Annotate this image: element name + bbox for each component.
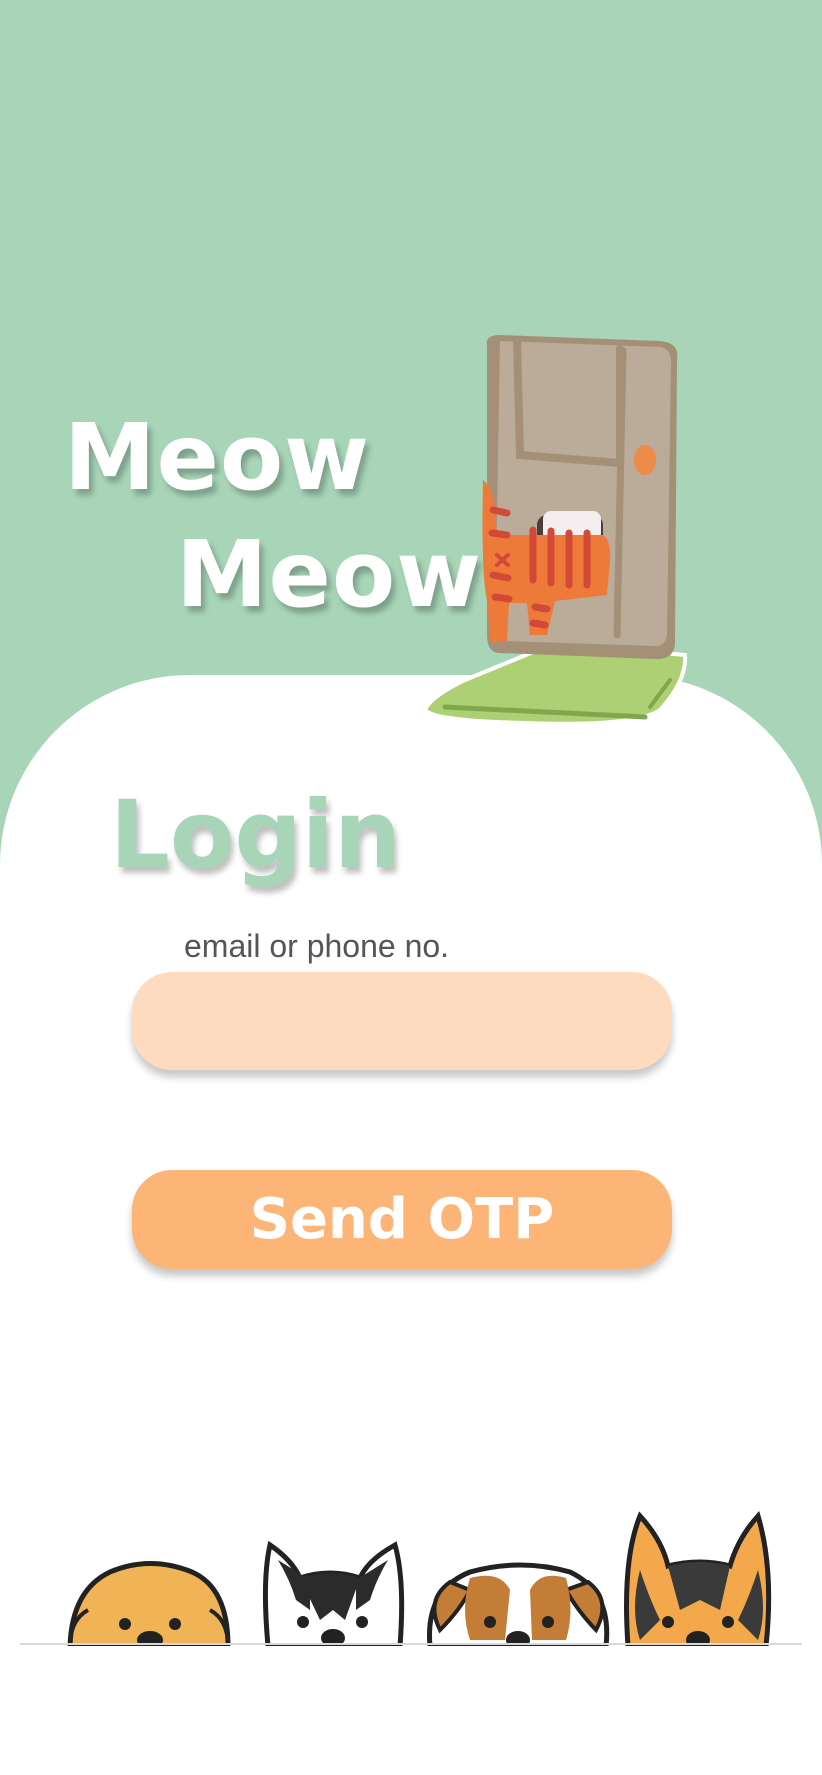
dogs-illustration [67, 1511, 772, 1646]
email-or-phone-input[interactable] [132, 972, 672, 1070]
bottom-divider [20, 1643, 802, 1645]
husky-dog-icon [262, 1540, 405, 1646]
brown-white-dog-icon [427, 1562, 610, 1646]
cat-door-illustration [422, 335, 688, 726]
german-shepherd-dog-icon [624, 1511, 772, 1646]
golden-retriever-dog-icon [67, 1561, 231, 1646]
hero-title-line1: Meow [64, 404, 371, 511]
email-field-label: email or phone no. [184, 928, 450, 964]
login-heading: Login [110, 781, 401, 890]
send-otp-button[interactable]: Send OTP [132, 1170, 672, 1269]
